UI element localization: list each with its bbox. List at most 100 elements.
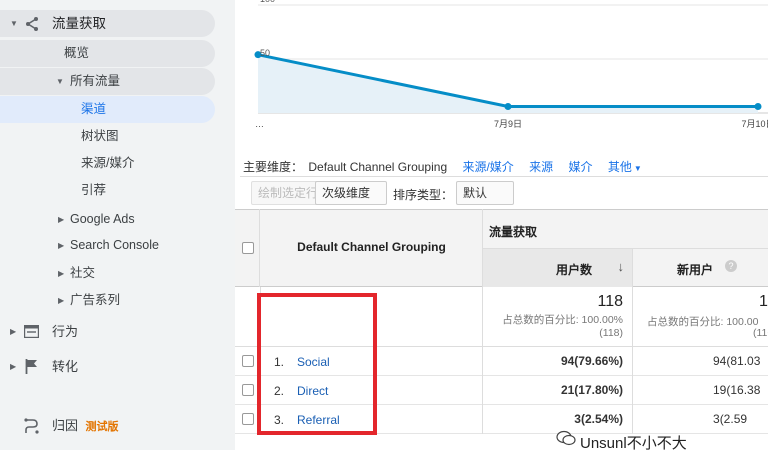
row-new-users-cell: 19(16.38 (633, 376, 768, 405)
sort-type-dropdown[interactable]: 默认 ▼ (456, 181, 514, 221)
row-checkbox[interactable] (242, 355, 254, 367)
plot-rows-button[interactable]: 绘制选定行 (251, 181, 326, 205)
total-users-value: 118 (597, 293, 623, 310)
row-checkbox[interactable] (242, 384, 254, 396)
new-users-column-header[interactable]: 新用户 ? (633, 249, 768, 287)
sort-desc-arrow-icon[interactable]: ↓ (618, 259, 625, 274)
caret-right-icon: ▶ (58, 241, 65, 250)
sort-type-label: 排序类型： (393, 188, 454, 202)
x-tick-label: 7月9日 (494, 119, 522, 129)
divider (240, 176, 768, 177)
sidebar-section-label: 归因 (52, 418, 79, 433)
sidebar-item-search-console[interactable]: ▶ Search Console (0, 232, 159, 259)
dimension-option-other[interactable]: 其他 (608, 160, 632, 174)
primary-dimension-active[interactable]: Default Channel Grouping (308, 160, 447, 174)
users-column-header[interactable]: 用户数 ↓ (483, 249, 633, 287)
row-users-percent: (2.54%) (580, 412, 623, 426)
help-icon[interactable]: ? (725, 260, 737, 272)
attribution-icon (24, 418, 39, 434)
row-new-users-cell: 94(81.03 (633, 347, 768, 376)
sidebar-item-label: Search Console (70, 238, 159, 252)
caret-down-icon: ▼ (56, 77, 64, 86)
totals-users-cell: 118 占总数的百分比: 100.00% (118) (483, 287, 633, 347)
sidebar-item-referrals[interactable]: 引荐 (0, 177, 106, 204)
y-tick-label: 100 (260, 0, 275, 4)
sidebar-item-label: 概览 (64, 46, 90, 60)
sidebar-item-campaigns[interactable]: ▶ 广告系列 (0, 287, 120, 314)
sidebar-item-treemap[interactable]: 树状图 (0, 123, 119, 150)
totals-new-users-cell: 116 占总数的百分比: 100.00 (116 (633, 287, 768, 347)
sidebar-section-label: 转化 (52, 359, 79, 374)
sidebar-section-acquisition[interactable]: ▼ 流量获取 (0, 10, 215, 37)
row-users-cell: 94(79.66%) (483, 347, 633, 376)
new-users-header-label: 新用户 (677, 263, 714, 277)
highlight-box (257, 293, 377, 435)
select-all-checkbox[interactable] (242, 242, 254, 254)
total-new-users-percent: 占总数的百分比: 100.00 (647, 316, 759, 328)
sidebar-item-label: 渠道 (81, 102, 107, 116)
sidebar-section-conversions[interactable]: ▶ 转化 (0, 353, 78, 380)
row-users-value: 21 (560, 383, 575, 397)
row-new-users-value: 3 (713, 412, 720, 426)
x-tick-label: … (255, 119, 264, 129)
row-new-users-percent: (16.38 (726, 383, 761, 397)
row-users-value: 94 (560, 354, 575, 368)
row-checkbox[interactable] (242, 413, 254, 425)
dimension-option-medium[interactable]: 媒介 (569, 160, 593, 174)
watermark-text: Unsunl不小不大 (580, 435, 687, 452)
x-tick-label: 7月10日 (741, 119, 768, 129)
wechat-icon (556, 430, 576, 446)
caret-right-icon: ▶ (58, 215, 65, 224)
row-new-users-value: 19 (713, 383, 727, 397)
sidebar-item-label: 广告系列 (70, 293, 121, 307)
y-tick-label: 50 (260, 48, 270, 58)
primary-dimension-label: 主要维度： (243, 160, 304, 174)
group-header-cell: 流量获取 (483, 209, 768, 249)
sidebar-item-label: 所有流量 (70, 74, 121, 88)
total-users-percent: 占总数的百分比: 100.00% (502, 314, 623, 326)
primary-dimension-bar: 主要维度： Default Channel Grouping 来源/媒介 来源 … (243, 158, 642, 176)
header-checkbox-cell (235, 209, 260, 287)
row-users-percent: (17.80%) (574, 383, 623, 397)
row-new-users-percent: (81.03 (726, 354, 761, 368)
sidebar-item-channels[interactable]: 渠道 (0, 96, 215, 123)
acquisition-icon (26, 17, 38, 31)
sidebar-item-label: 来源/媒介 (81, 156, 135, 170)
sidebar-item-label: 社交 (70, 266, 96, 280)
row-new-users-cell: 3(2.59 (633, 405, 768, 434)
sidebar-item-source-medium[interactable]: 来源/媒介 (0, 150, 134, 177)
caret-right-icon: ▶ (58, 296, 65, 305)
sidebar-section-behavior[interactable]: ▶ 行为 (0, 318, 78, 345)
line-chart: 50 100 … 7月9日 7月10日 (240, 0, 768, 140)
dimension-option-source[interactable]: 来源 (529, 160, 553, 174)
group-header: 流量获取 (489, 225, 538, 239)
sidebar-section-label: 行为 (52, 324, 79, 339)
secondary-dimension-dropdown[interactable]: 次级维度 ▼ (315, 181, 387, 221)
sidebar-item-google-ads[interactable]: ▶ Google Ads (0, 206, 135, 233)
sidebar-section-label: 流量获取 (52, 16, 106, 31)
row-users-cell: 21(17.80%) (483, 376, 633, 405)
dimension-header-cell[interactable]: Default Channel Grouping (260, 209, 483, 287)
total-new-users-absolute: (116 (753, 327, 768, 339)
flag-icon (25, 359, 37, 374)
sidebar: ▼ 流量获取 概览 ▼ 所有流量 渠道 树状图 来源/媒介 引荐 ▶ Googl… (0, 0, 235, 450)
sidebar-item-overview[interactable]: 概览 (0, 40, 215, 67)
row-new-users-value: 94 (713, 354, 727, 368)
row-new-users-percent: (2.59 (719, 412, 748, 426)
total-users-absolute: (118) (599, 327, 623, 339)
sidebar-item-all-traffic[interactable]: ▼ 所有流量 (0, 68, 215, 95)
row-users-value: 3 (574, 412, 581, 426)
sort-type-value: 默认 (463, 186, 488, 200)
sidebar-item-social[interactable]: ▶ 社交 (0, 260, 95, 287)
chart-svg: 50 100 … 7月9日 7月10日 (254, 0, 768, 129)
dimension-option-source-medium[interactable]: 来源/媒介 (462, 160, 513, 174)
data-point[interactable] (504, 103, 512, 111)
chevron-down-icon: ▼ (633, 164, 642, 173)
sidebar-item-label: Google Ads (70, 212, 135, 226)
data-point[interactable] (754, 103, 762, 111)
beta-badge: 测试版 (85, 421, 119, 433)
caret-right-icon: ▶ (58, 269, 65, 278)
row-users-percent: (79.66%) (574, 354, 623, 368)
secondary-dimension-label: 次级维度 (322, 186, 371, 200)
sidebar-section-attribution[interactable]: 归因 测试版 (0, 412, 119, 439)
